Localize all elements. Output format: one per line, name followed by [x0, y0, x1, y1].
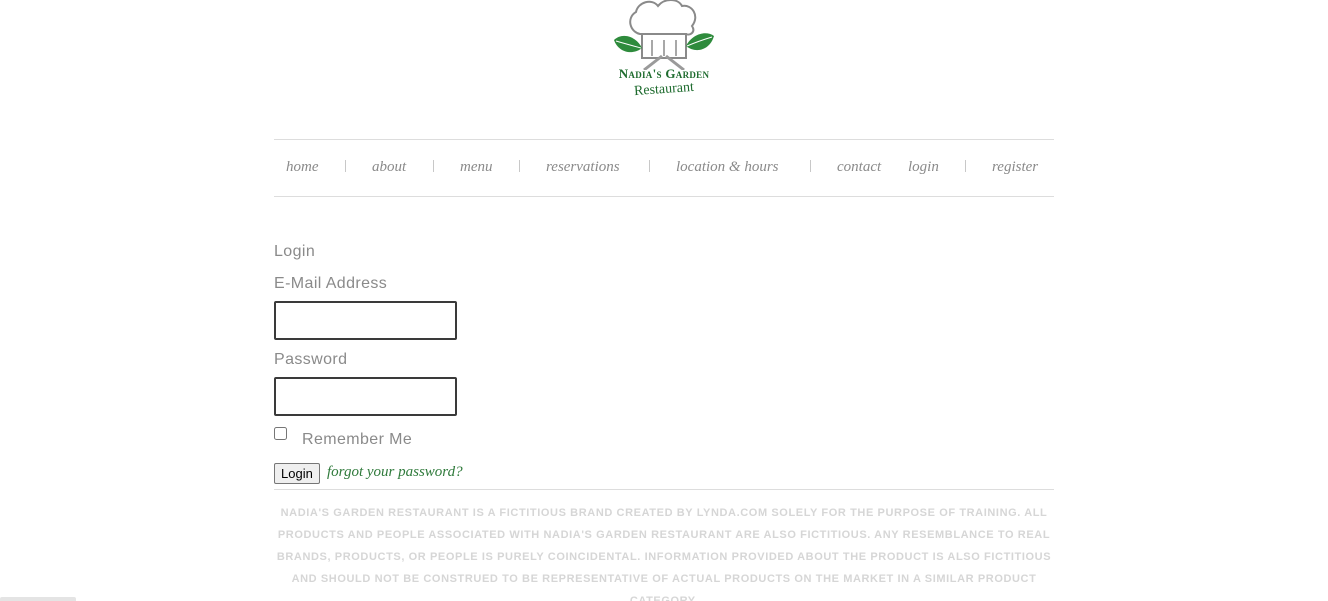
- nav-reservations[interactable]: reservations: [546, 159, 620, 176]
- scrollbar-stub[interactable]: [0, 597, 76, 601]
- password-field[interactable]: [274, 377, 457, 416]
- footer-disclaimer: Nadia's Garden Restaurant is a fictitiou…: [276, 507, 1052, 601]
- remember-me-checkbox[interactable]: [274, 427, 287, 440]
- chef-hat-icon: [614, 0, 714, 70]
- forgot-password-link[interactable]: forgot your password?: [327, 464, 463, 481]
- nav-divider: [433, 160, 434, 172]
- email-label: E-Mail Address: [274, 275, 388, 292]
- remember-me-label: Remember Me: [302, 431, 413, 448]
- nav-divider: [519, 160, 520, 172]
- nav-menu[interactable]: menu: [460, 159, 493, 176]
- nav-login[interactable]: login: [908, 159, 939, 176]
- page: Nadia's Garden Restaurant home about men…: [0, 0, 1328, 601]
- nav-divider: [345, 160, 346, 172]
- login-heading: Login: [274, 243, 316, 260]
- main-navigation: home about menu reservations location & …: [274, 139, 1054, 197]
- nav-home[interactable]: home: [286, 159, 319, 176]
- footer-divider: [274, 489, 1054, 490]
- email-field[interactable]: [274, 301, 457, 340]
- login-button[interactable]: Login: [274, 463, 320, 484]
- nav-location-hours[interactable]: location & hours: [676, 159, 779, 176]
- restaurant-logo[interactable]: Nadia's Garden Restaurant: [596, 0, 732, 104]
- nav-divider: [965, 160, 966, 172]
- nav-about[interactable]: about: [372, 159, 406, 176]
- nav-contact[interactable]: contact: [837, 159, 881, 176]
- password-label: Password: [274, 351, 348, 368]
- nav-divider: [649, 160, 650, 172]
- nav-divider: [810, 160, 811, 172]
- nav-register[interactable]: register: [992, 159, 1038, 176]
